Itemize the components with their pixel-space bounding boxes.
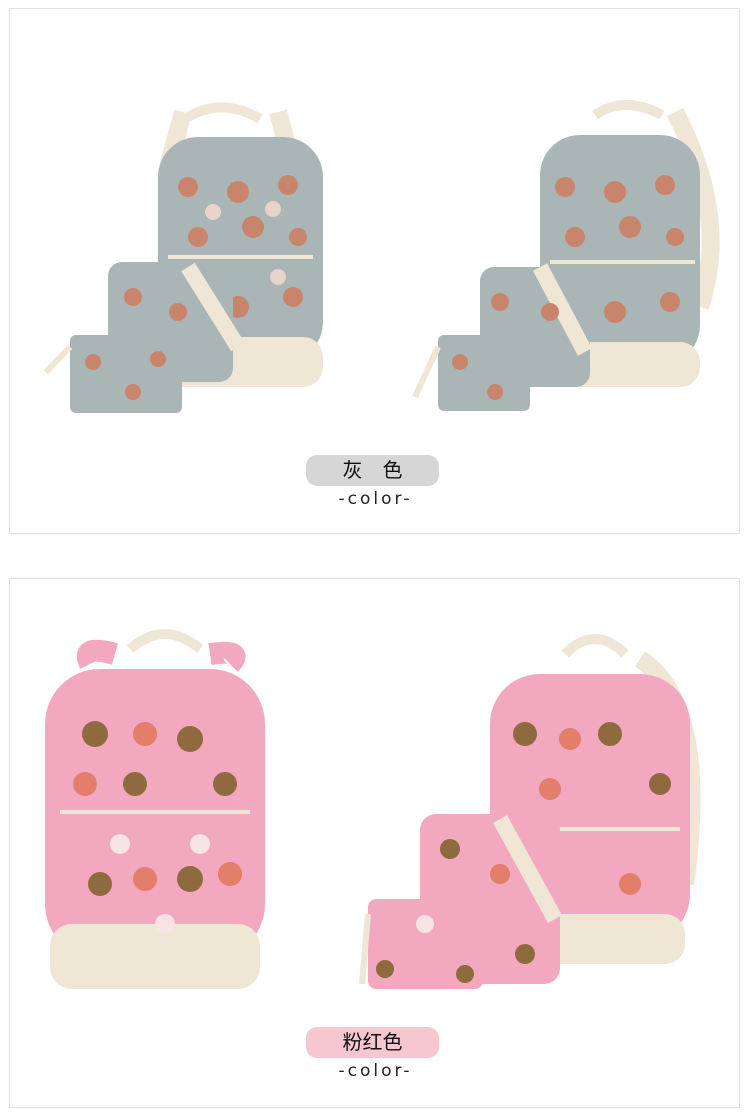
color-caption: -color- [338, 1061, 413, 1081]
pink-backpack-front-photo [40, 624, 280, 999]
color-label-badge: 灰 色 [306, 455, 439, 486]
pink-backpack-set-photo [340, 624, 710, 1004]
gray-backpack-set-side-photo [400, 97, 720, 417]
color-label-badge: 粉红色 [306, 1027, 439, 1058]
color-caption: -color- [338, 489, 413, 509]
gray-variant-panel: 灰 色 -color- [9, 8, 740, 534]
gray-backpack-set-front-photo [38, 97, 328, 417]
pink-variant-panel: 粉红色 -color- [9, 578, 740, 1108]
